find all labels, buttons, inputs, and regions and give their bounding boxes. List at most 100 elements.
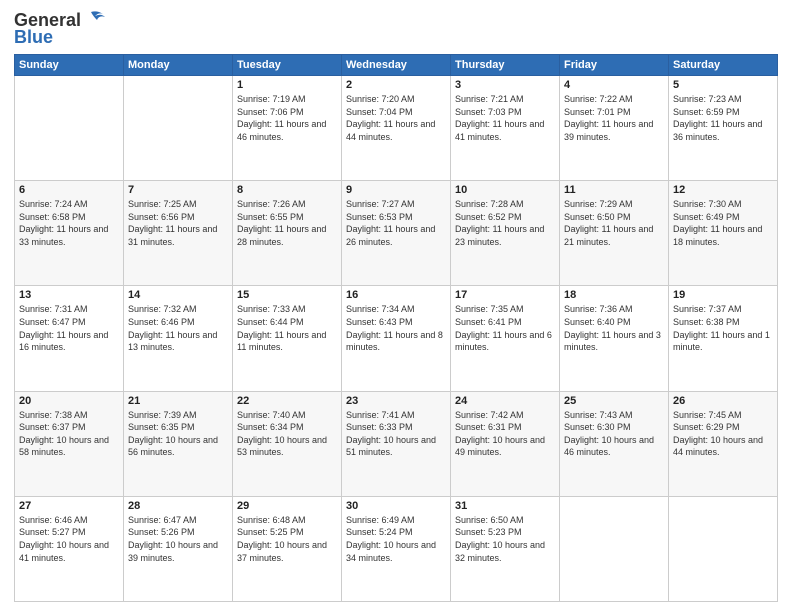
col-sunday: Sunday (15, 55, 124, 76)
day-number: 26 (673, 395, 773, 407)
table-row: 15Sunrise: 7:33 AM Sunset: 6:44 PM Dayli… (233, 286, 342, 391)
table-row: 11Sunrise: 7:29 AM Sunset: 6:50 PM Dayli… (560, 181, 669, 286)
day-number: 5 (673, 79, 773, 91)
day-number: 25 (564, 395, 664, 407)
day-number: 27 (19, 500, 119, 512)
table-row: 3Sunrise: 7:21 AM Sunset: 7:03 PM Daylig… (451, 76, 560, 181)
day-number: 9 (346, 184, 446, 196)
day-number: 16 (346, 289, 446, 301)
col-saturday: Saturday (669, 55, 778, 76)
calendar-week-row: 6 Sunrise: 7:24 AM Sunset: 6:58 PM Daylig… (15, 181, 778, 286)
col-monday: Monday (124, 55, 233, 76)
day-info: Sunrise: 7:36 AM Sunset: 6:40 PM Dayligh… (564, 303, 664, 353)
day-number: 31 (455, 500, 555, 512)
day-info: Sunrise: 7:27 AM Sunset: 6:53 PM Dayligh… (346, 198, 446, 248)
day-number: 17 (455, 289, 555, 301)
day-number: 2 (346, 79, 446, 91)
day-info: Sunrise: 7:20 AM Sunset: 7:04 PM Dayligh… (346, 93, 446, 143)
day-info: Sunrise: 7:19 AM Sunset: 7:06 PM Dayligh… (237, 93, 337, 143)
day-number: 30 (346, 500, 446, 512)
table-row (124, 76, 233, 181)
day-number: 8 (237, 184, 337, 196)
day-number: 6 (19, 184, 119, 196)
calendar-week-row: 27 Sunrise: 6:46 AM Sunset: 5:27 PM Dayli… (15, 496, 778, 601)
table-row: 4 Sunrise: 7:22 AM Sunset: 7:01 PM Daylig… (560, 76, 669, 181)
table-row: 1 Sunrise: 7:19 AM Sunset: 7:06 PM Daylig… (233, 76, 342, 181)
page: General Blue Sunday Monday Tuesday Wedne… (0, 0, 792, 612)
table-row (669, 496, 778, 601)
day-number: 21 (128, 395, 228, 407)
table-row: 21Sunrise: 7:39 AM Sunset: 6:35 PM Dayli… (124, 391, 233, 496)
table-row: 31 Sunrise: 6:50 AM Sunset: 5:23 PM Dayli… (451, 496, 560, 601)
day-number: 28 (128, 500, 228, 512)
day-info: Sunrise: 6:48 AM Sunset: 5:25 PM Dayligh… (237, 514, 337, 564)
day-info: Sunrise: 7:45 AM Sunset: 6:29 PM Dayligh… (673, 409, 773, 459)
day-info: Sunrise: 7:33 AM Sunset: 6:44 PM Dayligh… (237, 303, 337, 353)
day-number: 13 (19, 289, 119, 301)
calendar-table: Sunday Monday Tuesday Wednesday Thursday… (14, 54, 778, 602)
calendar-week-row: 20 Sunrise: 7:38 AM Sunset: 6:37 PM Dayli… (15, 391, 778, 496)
day-number: 14 (128, 289, 228, 301)
calendar-week-row: 1 Sunrise: 7:19 AM Sunset: 7:06 PM Daylig… (15, 76, 778, 181)
day-info: Sunrise: 7:31 AM Sunset: 6:47 PM Dayligh… (19, 303, 119, 353)
day-number: 7 (128, 184, 228, 196)
col-wednesday: Wednesday (342, 55, 451, 76)
header: General Blue (14, 10, 778, 48)
table-row: 2 Sunrise: 7:20 AM Sunset: 7:04 PM Daylig… (342, 76, 451, 181)
table-row: 7 Sunrise: 7:25 AM Sunset: 6:56 PM Daylig… (124, 181, 233, 286)
day-number: 18 (564, 289, 664, 301)
table-row: 19 Sunrise: 7:37 AM Sunset: 6:38 PM Dayli… (669, 286, 778, 391)
day-info: Sunrise: 7:35 AM Sunset: 6:41 PM Dayligh… (455, 303, 555, 353)
day-info: Sunrise: 7:29 AM Sunset: 6:50 PM Dayligh… (564, 198, 664, 248)
calendar-header-row: Sunday Monday Tuesday Wednesday Thursday… (15, 55, 778, 76)
day-info: Sunrise: 6:50 AM Sunset: 5:23 PM Dayligh… (455, 514, 555, 564)
day-number: 24 (455, 395, 555, 407)
table-row: 20 Sunrise: 7:38 AM Sunset: 6:37 PM Dayli… (15, 391, 124, 496)
table-row: 17 Sunrise: 7:35 AM Sunset: 6:41 PM Dayli… (451, 286, 560, 391)
day-info: Sunrise: 7:37 AM Sunset: 6:38 PM Dayligh… (673, 303, 773, 353)
day-info: Sunrise: 7:28 AM Sunset: 6:52 PM Dayligh… (455, 198, 555, 248)
logo-bird-icon (83, 10, 105, 28)
day-number: 23 (346, 395, 446, 407)
day-number: 3 (455, 79, 555, 91)
table-row: 12 Sunrise: 7:30 AM Sunset: 6:49 PM Dayli… (669, 181, 778, 286)
table-row: 22Sunrise: 7:40 AM Sunset: 6:34 PM Dayli… (233, 391, 342, 496)
table-row: 24 Sunrise: 7:42 AM Sunset: 6:31 PM Dayli… (451, 391, 560, 496)
table-row: 5 Sunrise: 7:23 AM Sunset: 6:59 PM Daylig… (669, 76, 778, 181)
day-info: Sunrise: 7:23 AM Sunset: 6:59 PM Dayligh… (673, 93, 773, 143)
table-row (560, 496, 669, 601)
day-info: Sunrise: 7:22 AM Sunset: 7:01 PM Dayligh… (564, 93, 664, 143)
day-info: Sunrise: 7:42 AM Sunset: 6:31 PM Dayligh… (455, 409, 555, 459)
table-row: 16Sunrise: 7:34 AM Sunset: 6:43 PM Dayli… (342, 286, 451, 391)
table-row: 9 Sunrise: 7:27 AM Sunset: 6:53 PM Daylig… (342, 181, 451, 286)
logo: General Blue (14, 10, 105, 48)
col-friday: Friday (560, 55, 669, 76)
table-row: 8Sunrise: 7:26 AM Sunset: 6:55 PM Daylig… (233, 181, 342, 286)
day-info: Sunrise: 7:24 AM Sunset: 6:58 PM Dayligh… (19, 198, 119, 248)
day-number: 19 (673, 289, 773, 301)
logo-blue-text: Blue (14, 27, 53, 48)
day-info: Sunrise: 7:38 AM Sunset: 6:37 PM Dayligh… (19, 409, 119, 459)
day-info: Sunrise: 6:46 AM Sunset: 5:27 PM Dayligh… (19, 514, 119, 564)
day-info: Sunrise: 7:32 AM Sunset: 6:46 PM Dayligh… (128, 303, 228, 353)
col-thursday: Thursday (451, 55, 560, 76)
day-number: 20 (19, 395, 119, 407)
day-number: 12 (673, 184, 773, 196)
table-row: 6 Sunrise: 7:24 AM Sunset: 6:58 PM Daylig… (15, 181, 124, 286)
day-number: 1 (237, 79, 337, 91)
table-row: 27 Sunrise: 6:46 AM Sunset: 5:27 PM Dayli… (15, 496, 124, 601)
table-row: 14 Sunrise: 7:32 AM Sunset: 6:46 PM Dayli… (124, 286, 233, 391)
day-info: Sunrise: 6:47 AM Sunset: 5:26 PM Dayligh… (128, 514, 228, 564)
table-row: 23Sunrise: 7:41 AM Sunset: 6:33 PM Dayli… (342, 391, 451, 496)
table-row: 26 Sunrise: 7:45 AM Sunset: 6:29 PM Dayli… (669, 391, 778, 496)
table-row: 25Sunrise: 7:43 AM Sunset: 6:30 PM Dayli… (560, 391, 669, 496)
day-info: Sunrise: 7:30 AM Sunset: 6:49 PM Dayligh… (673, 198, 773, 248)
day-info: Sunrise: 7:25 AM Sunset: 6:56 PM Dayligh… (128, 198, 228, 248)
day-number: 29 (237, 500, 337, 512)
day-number: 4 (564, 79, 664, 91)
table-row: 13 Sunrise: 7:31 AM Sunset: 6:47 PM Dayli… (15, 286, 124, 391)
table-row: 29 Sunrise: 6:48 AM Sunset: 5:25 PM Dayli… (233, 496, 342, 601)
table-row (15, 76, 124, 181)
day-info: Sunrise: 7:40 AM Sunset: 6:34 PM Dayligh… (237, 409, 337, 459)
day-info: Sunrise: 6:49 AM Sunset: 5:24 PM Dayligh… (346, 514, 446, 564)
